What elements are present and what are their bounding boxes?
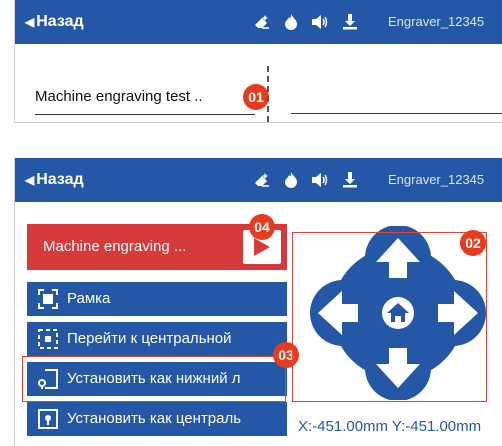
download-icon[interactable] xyxy=(342,172,358,188)
bottom-header: ◀ Назад Engraver_12345 xyxy=(15,158,502,202)
status-icons xyxy=(253,0,371,44)
file-underline xyxy=(35,114,255,115)
go-to-center-label: Перейти к центральной xyxy=(67,330,232,347)
back-arrow-icon: ◀ xyxy=(25,15,35,29)
highlight-box-03 xyxy=(22,356,286,402)
set-center-button[interactable]: Установить как централь xyxy=(27,402,287,436)
back-arrow-icon: ◀ xyxy=(25,173,35,187)
flame-icon[interactable] xyxy=(284,172,298,188)
back-button[interactable]: ◀ Назад xyxy=(25,0,84,44)
badge-04: 04 xyxy=(249,214,275,240)
file-name[interactable]: Machine engraving test .. xyxy=(35,88,203,105)
speaker-icon[interactable] xyxy=(311,172,329,188)
preview-underline xyxy=(291,113,502,114)
back-label: Назад xyxy=(36,171,84,188)
set-center-label: Установить как централь xyxy=(67,410,242,427)
speaker-icon[interactable] xyxy=(311,14,329,30)
status-icons xyxy=(253,158,371,202)
device-name: Engraver_12345 xyxy=(388,14,485,29)
back-button[interactable]: ◀ Назад xyxy=(25,158,84,202)
job-name-label: Machine engraving ... xyxy=(43,238,187,255)
frame-icon xyxy=(38,289,58,309)
back-label: Назад xyxy=(36,13,84,30)
highlight-box-02 xyxy=(292,232,487,402)
top-header: ◀ Назад Engraver_12345 xyxy=(15,0,502,44)
bottom-panel: ◀ Назад Engraver_12345 Machine engraving … xyxy=(14,158,502,446)
frame-button[interactable]: Рамка xyxy=(27,282,287,316)
play-icon xyxy=(254,238,270,256)
flame-icon[interactable] xyxy=(284,14,298,30)
eraser-icon[interactable] xyxy=(253,172,271,188)
go-to-center-button[interactable]: Перейти к центральной xyxy=(27,322,287,356)
go-to-center-icon xyxy=(38,329,58,349)
start-engraving-button[interactable]: Machine engraving ... xyxy=(27,224,287,270)
top-panel: ◀ Назад Engraver_12345 Machine engraving … xyxy=(14,0,502,123)
badge-01: 01 xyxy=(243,84,269,110)
device-name: Engraver_12345 xyxy=(388,172,485,187)
download-icon[interactable] xyxy=(342,14,358,30)
dashed-divider xyxy=(267,66,269,122)
set-center-icon xyxy=(38,409,58,429)
badge-02: 02 xyxy=(460,230,486,256)
eraser-icon[interactable] xyxy=(253,14,271,30)
coordinates-readout: X:-451.00mm Y:-451.00mm xyxy=(298,418,482,435)
frame-label: Рамка xyxy=(67,290,111,307)
